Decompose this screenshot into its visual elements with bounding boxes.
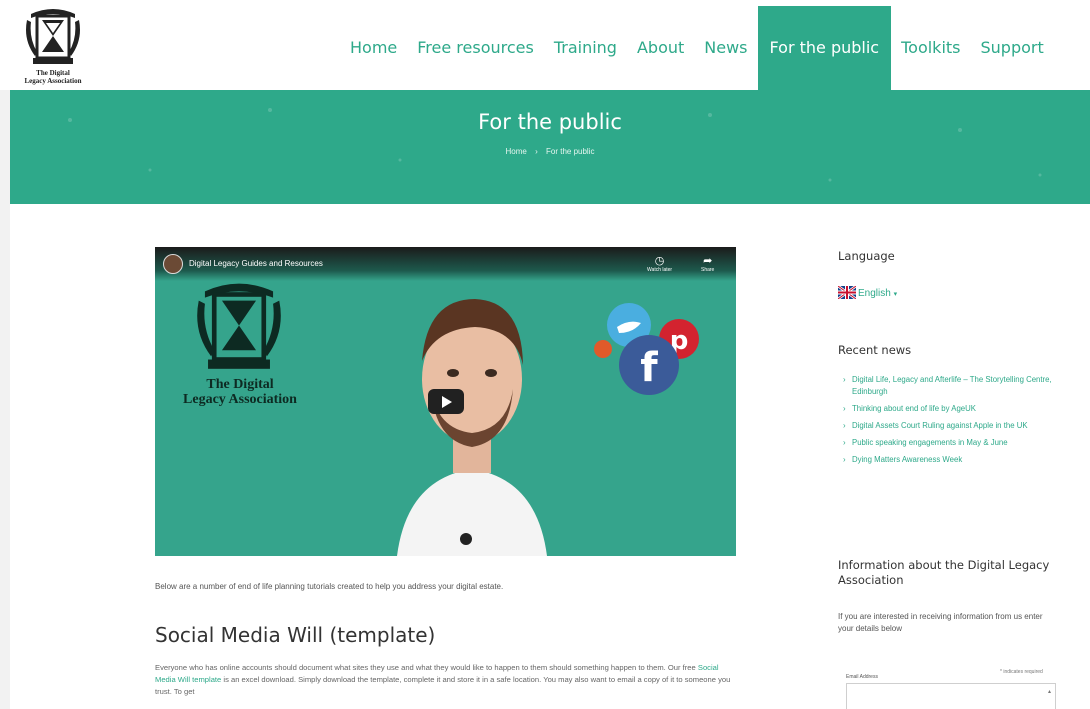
email-field[interactable] xyxy=(846,683,1056,709)
nav-news[interactable]: News xyxy=(694,6,757,90)
news-item-speaking[interactable]: Public speaking engagements in May & Jun… xyxy=(841,437,1071,449)
recent-news-list: Digital Life, Legacy and Afterlife – The… xyxy=(841,374,1071,471)
clock-icon: ◷ xyxy=(654,255,665,267)
video-title[interactable]: Digital Legacy Guides and Resources xyxy=(189,259,323,268)
section-heading: Social Media Will (template) xyxy=(155,623,436,647)
nav-training[interactable]: Training xyxy=(544,6,627,90)
watch-later-label: Watch later xyxy=(647,267,673,273)
page-gutter xyxy=(0,90,10,709)
main-nav: Home Free resources Training About News … xyxy=(340,6,1054,90)
language-heading: Language xyxy=(838,249,895,263)
section-body: Everyone who has online accounts should … xyxy=(155,662,740,698)
breadcrumb: Home › For the public xyxy=(10,147,1090,156)
body-text-1: Everyone who has online accounts should … xyxy=(155,663,698,672)
video-logo-text: The Digital Legacy Association xyxy=(165,377,315,407)
page-title: For the public xyxy=(478,110,622,134)
video-logo-line-1: The Digital xyxy=(206,377,274,392)
chevron-down-icon: ▾ xyxy=(893,291,898,298)
nav-support[interactable]: Support xyxy=(971,6,1054,90)
share-label: Share xyxy=(701,267,715,273)
svg-text:f: f xyxy=(640,345,658,391)
play-button[interactable] xyxy=(428,389,464,414)
nav-home[interactable]: Home xyxy=(340,6,407,90)
logo-line-1: The Digital xyxy=(36,69,70,77)
uk-flag-icon xyxy=(838,286,856,299)
language-value: English xyxy=(858,288,891,299)
logo-line-2: Legacy Association xyxy=(24,77,82,85)
news-item-storytelling[interactable]: Digital Life, Legacy and Afterlife – The… xyxy=(841,374,1071,398)
news-item-dying-matters[interactable]: Dying Matters Awareness Week xyxy=(841,454,1071,466)
hourglass-crest-icon xyxy=(26,9,80,64)
required-note: * indicates required xyxy=(1000,669,1043,675)
nav-free-resources[interactable]: Free resources xyxy=(407,6,544,90)
video-player[interactable]: Digital Legacy Guides and Resources ◷ Wa… xyxy=(155,247,736,556)
site-header: The Digital Legacy Association Home Free… xyxy=(0,0,1090,90)
page-hero: For the public Home › For the public xyxy=(10,90,1090,204)
share-button[interactable]: ➦ Share xyxy=(701,255,714,273)
channel-avatar[interactable] xyxy=(163,254,183,274)
presenter-image xyxy=(397,299,547,556)
video-logo-crest-icon xyxy=(197,283,281,369)
intro-text: Below are a number of end of life planni… xyxy=(155,582,504,591)
news-item-apple-ruling[interactable]: Digital Assets Court Ruling against Appl… xyxy=(841,420,1071,432)
nav-for-the-public[interactable]: For the public xyxy=(757,6,892,90)
language-selector[interactable]: English ▾ xyxy=(858,288,897,299)
nav-toolkits[interactable]: Toolkits xyxy=(891,6,970,90)
breadcrumb-separator: › xyxy=(535,147,538,156)
info-text: If you are interested in receiving infor… xyxy=(838,612,1043,633)
social-icons-graphic: p f xyxy=(594,303,699,395)
news-item-ageuk[interactable]: Thinking about end of life by AgeUK xyxy=(841,403,1071,415)
body-text-2: is an excel download. Simply download th… xyxy=(155,675,731,696)
watch-later-button[interactable]: ◷ Watch later xyxy=(647,255,672,273)
breadcrumb-current: For the public xyxy=(546,147,595,156)
site-logo[interactable]: The Digital Legacy Association xyxy=(10,6,96,88)
email-label: Email Address xyxy=(846,674,878,680)
info-heading: Information about the Digital Legacy Ass… xyxy=(838,558,1050,587)
recent-news-heading: Recent news xyxy=(838,343,912,357)
video-logo-line-2: Legacy Association xyxy=(183,392,297,407)
breadcrumb-home[interactable]: Home xyxy=(506,147,527,156)
nav-about[interactable]: About xyxy=(627,6,694,90)
share-arrow-icon: ➦ xyxy=(703,255,713,267)
